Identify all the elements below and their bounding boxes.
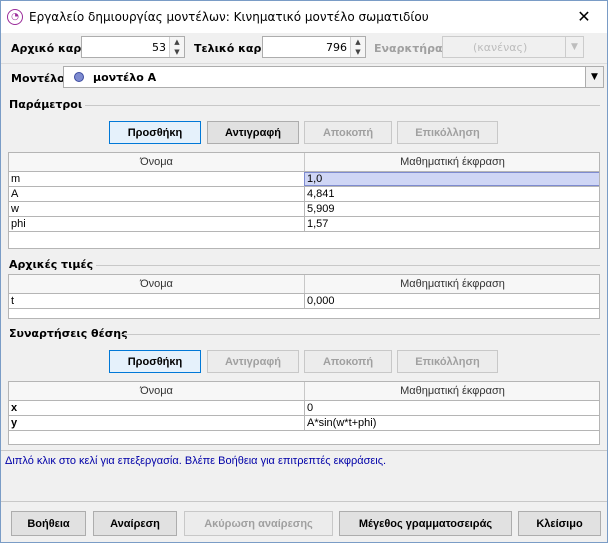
starter-label: Εναρκτήρας xyxy=(374,42,450,55)
model-label: Μοντέλο: xyxy=(11,72,70,85)
app-icon: ◔ xyxy=(7,9,23,25)
window-title: Εργαλείο δημιουργίας μοντέλων: Κινηματικ… xyxy=(29,10,429,24)
end-frame-spinner[interactable]: 796 ▲ ▼ xyxy=(262,36,366,58)
parameters-paste-button[interactable]: Επικόλληση xyxy=(397,121,498,144)
starter-value: (κανένας) xyxy=(473,41,528,54)
cell-expression[interactable]: 0,000 xyxy=(304,294,599,308)
spinner-down-icon[interactable]: ▼ xyxy=(351,47,365,57)
column-header-name[interactable]: Όνομα xyxy=(9,275,304,293)
table-row[interactable]: t 0,000 xyxy=(9,294,599,309)
initial-values-table[interactable]: Όνομα Μαθηματική έκφραση t 0,000 xyxy=(8,274,600,319)
starter-combo[interactable]: (κανένας) ▼ xyxy=(442,36,584,58)
table-row[interactable]: x 0 xyxy=(9,401,599,416)
group-divider xyxy=(96,265,600,266)
group-divider xyxy=(85,105,600,106)
cell-expression[interactable]: A*sin(w*t+phi) xyxy=(304,416,599,430)
spinner-down-icon[interactable]: ▼ xyxy=(170,47,184,57)
cell-expression[interactable]: 1,0 xyxy=(304,172,599,186)
divider xyxy=(1,63,607,64)
cell-name[interactable]: phi xyxy=(9,217,304,231)
column-header-name[interactable]: Όνομα xyxy=(9,153,304,171)
cell-expression[interactable]: 4,841 xyxy=(304,187,599,201)
table-row[interactable]: y A*sin(w*t+phi) xyxy=(9,416,599,431)
cell-name[interactable]: w xyxy=(9,202,304,216)
model-builder-window: ◔ Εργαλείο δημιουργίας μοντέλων: Κινηματ… xyxy=(0,0,608,543)
initial-values-title: Αρχικές τιμές xyxy=(9,258,94,271)
model-color-icon xyxy=(74,72,84,82)
model-value: μοντέλο Α xyxy=(93,71,157,84)
column-header-name[interactable]: Όνομα xyxy=(9,382,304,400)
start-frame-label: Αρχικό καρέ xyxy=(11,42,88,55)
cell-name[interactable]: m xyxy=(9,172,304,186)
table-row[interactable]: w 5,909 xyxy=(9,202,599,217)
chevron-down-icon[interactable]: ▼ xyxy=(565,37,583,57)
table-header: Όνομα Μαθηματική έκφραση xyxy=(9,382,599,401)
cell-name[interactable]: x xyxy=(9,401,304,415)
chevron-down-icon[interactable]: ▼ xyxy=(585,67,603,87)
table-header: Όνομα Μαθηματική έκφραση xyxy=(9,153,599,172)
cell-name[interactable]: A xyxy=(9,187,304,201)
close-button[interactable]: Κλείσιμο xyxy=(518,511,601,536)
column-header-expression[interactable]: Μαθηματική έκφραση xyxy=(304,153,599,171)
close-icon[interactable]: ✕ xyxy=(561,1,607,31)
table-row[interactable]: A 4,841 xyxy=(9,187,599,202)
status-message: Διπλό κλικ στο κελί για επεξεργασία. Βλέ… xyxy=(5,455,387,467)
parameters-cut-button[interactable]: Αποκοπή xyxy=(304,121,392,144)
position-copy-button[interactable]: Αντιγραφή xyxy=(207,350,299,373)
table-row[interactable]: phi 1,57 xyxy=(9,217,599,232)
redo-button[interactable]: Ακύρωση αναίρεσης xyxy=(184,511,333,536)
start-frame-spinner[interactable]: 53 ▲ ▼ xyxy=(81,36,185,58)
parameters-table[interactable]: Όνομα Μαθηματική έκφραση m 1,0 A 4,841 w… xyxy=(8,152,600,249)
cell-expression[interactable]: 0 xyxy=(304,401,599,415)
position-functions-title: Συναρτήσεις θέσης xyxy=(9,327,128,340)
font-size-button[interactable]: Μέγεθος γραμματοσειράς xyxy=(339,511,512,536)
end-frame-label: Τελικό καρέ xyxy=(194,42,268,55)
help-button[interactable]: Βοήθεια xyxy=(11,511,86,536)
cell-expression[interactable]: 1,57 xyxy=(304,217,599,231)
divider xyxy=(1,450,607,451)
position-cut-button[interactable]: Αποκοπή xyxy=(304,350,392,373)
column-header-expression[interactable]: Μαθηματική έκφραση xyxy=(304,275,599,293)
end-frame-value[interactable]: 796 xyxy=(326,41,347,54)
cell-name[interactable]: t xyxy=(9,294,304,308)
column-header-expression[interactable]: Μαθηματική έκφραση xyxy=(304,382,599,400)
end-frame-arrows[interactable]: ▲ ▼ xyxy=(350,37,365,57)
undo-button[interactable]: Αναίρεση xyxy=(93,511,177,536)
parameters-add-button[interactable]: Προσθήκη xyxy=(109,121,201,144)
table-row[interactable]: m 1,0 xyxy=(9,172,599,187)
spinner-up-icon[interactable]: ▲ xyxy=(351,37,365,47)
cell-name[interactable]: y xyxy=(9,416,304,430)
position-functions-table[interactable]: Όνομα Μαθηματική έκφραση x 0 y A*sin(w*t… xyxy=(8,381,600,445)
model-combo[interactable]: μοντέλο Α ▼ xyxy=(63,66,604,88)
cell-expression[interactable]: 5,909 xyxy=(304,202,599,216)
start-frame-arrows[interactable]: ▲ ▼ xyxy=(169,37,184,57)
divider xyxy=(1,501,607,502)
parameters-copy-button[interactable]: Αντιγραφή xyxy=(207,121,299,144)
start-frame-value[interactable]: 53 xyxy=(152,41,166,54)
group-divider xyxy=(121,334,600,335)
position-add-button[interactable]: Προσθήκη xyxy=(109,350,201,373)
position-paste-button[interactable]: Επικόλληση xyxy=(397,350,498,373)
title-bar: ◔ Εργαλείο δημιουργίας μοντέλων: Κινηματ… xyxy=(1,1,607,33)
spinner-up-icon[interactable]: ▲ xyxy=(170,37,184,47)
parameters-title: Παράμετροι xyxy=(9,98,83,111)
table-header: Όνομα Μαθηματική έκφραση xyxy=(9,275,599,294)
